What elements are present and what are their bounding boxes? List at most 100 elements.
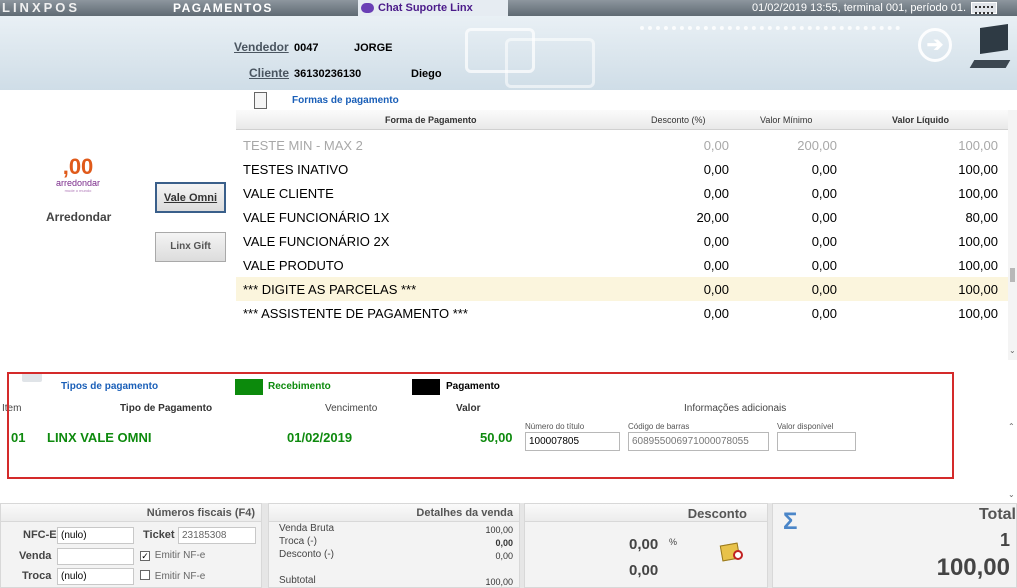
forma-desconto: 0,00 [703, 186, 729, 201]
detalhes-venda-title: Detalhes da venda [416, 507, 513, 519]
formas-grid: TESTE MIN - MAX 2 0,00 200,00 100,00 TESTES … [236, 131, 1008, 361]
forma-row[interactable]: *** ASSISTENTE DE PAGAMENTO *** 0,00 0,00 1… [236, 301, 1008, 325]
linx-gift-button[interactable]: Linx Gift [155, 232, 226, 262]
forma-liquido: 100,00 [958, 306, 998, 321]
desconto-header: Desconto [525, 504, 767, 522]
forma-row[interactable]: *** DIGITE AS PARCELAS *** 0,00 0,00 100,00 [236, 277, 1008, 301]
forma-desconto: 0,00 [703, 234, 729, 249]
vendedor-label: Vendedor [234, 40, 289, 54]
desconto-value[interactable]: 0,00 [629, 562, 658, 579]
forma-minimo: 0,00 [811, 186, 837, 201]
forma-minimo: 0,00 [811, 306, 837, 321]
document-icon [254, 92, 267, 109]
forma-desconto: 0,00 [703, 282, 729, 297]
arredondar-logo-mark: ,00 [62, 154, 94, 179]
desconto-percent[interactable]: 0,00 [629, 536, 658, 553]
emitir-nfe-troca-checkbox[interactable]: Emitir NF-e [140, 570, 205, 582]
top-bar: LINXPOS PAGAMENTOS Chat Suporte Linx 01/… [0, 0, 1017, 16]
tipos-scroll-down-icon[interactable]: ⌄ [1008, 490, 1015, 499]
troca-input[interactable]: (nulo) [57, 568, 134, 585]
forma-minimo: 0,00 [811, 162, 837, 177]
desconto-panel: Desconto 0,00 % 0,00 [524, 503, 768, 588]
forma-minimo: 0,00 [811, 210, 837, 225]
forma-name: VALE FUNCIONÁRIO 1X [243, 210, 390, 225]
forma-minimo: 0,00 [811, 282, 837, 297]
forma-minimo: 0,00 [811, 258, 837, 273]
detalhes-venda-header: Detalhes da venda [269, 504, 519, 522]
forma-liquido: 100,00 [958, 234, 998, 249]
cliente-name: Diego [411, 68, 442, 80]
forma-row[interactable]: TESTES INATIVO 0,00 0,00 100,00 [236, 157, 1008, 181]
forma-name: TESTE MIN - MAX 2 [243, 138, 363, 153]
formas-grid-header: Forma de Pagamento Desconto (%) Valor Mí… [236, 110, 1008, 130]
computer-icon [969, 24, 1012, 72]
formas-scrollbar[interactable]: ⌄ [1008, 110, 1017, 360]
forma-minimo: 200,00 [797, 138, 837, 153]
forma-name: *** ASSISTENTE DE PAGAMENTO *** [243, 306, 468, 321]
forma-desconto: 0,00 [703, 306, 729, 321]
chat-support-label: Chat Suporte Linx [378, 2, 473, 14]
forma-row[interactable]: VALE FUNCIONÁRIO 1X 20,00 0,00 80,00 [236, 205, 1008, 229]
keyboard-icon[interactable] [971, 2, 997, 14]
emitir-nfe-venda-label: Emitir NF-e [154, 550, 206, 561]
troca-detail-label: Troca (-) [279, 536, 317, 547]
vendedor-code: 0047 [294, 42, 319, 54]
forma-name: VALE PRODUTO [243, 258, 344, 273]
numeros-fiscais-header[interactable]: Números fiscais (F4) [1, 504, 261, 522]
forma-row[interactable]: VALE FUNCIONÁRIO 2X 0,00 0,00 100,00 [236, 229, 1008, 253]
col-valor-minimo[interactable]: Valor Mínimo [760, 115, 812, 125]
forma-desconto: 0,00 [703, 162, 729, 177]
col-valor-liquido[interactable]: Valor Líquido [892, 115, 949, 125]
forma-row[interactable]: VALE PRODUTO 0,00 0,00 100,00 [236, 253, 1008, 277]
total-amount: 100,00 [936, 554, 1010, 581]
next-arrow-icon[interactable]: ➔ [918, 28, 952, 62]
emitir-nfe-troca-label: Emitir NF-e [154, 571, 206, 582]
forma-liquido: 100,00 [958, 138, 998, 153]
venda-bruta-value: 100,00 [485, 525, 513, 535]
col-desconto[interactable]: Desconto (%) [651, 115, 706, 125]
emitir-nfe-venda-checkbox-mark: ✓ [140, 551, 150, 561]
chat-bubble-icon [361, 3, 374, 13]
forma-liquido: 100,00 [958, 258, 998, 273]
ticket-input[interactable]: 23185308 [178, 527, 256, 544]
troca-detail-value: 0,00 [495, 538, 513, 548]
desconto-detail-value: 0,00 [495, 551, 513, 561]
tipos-scroll-up-icon[interactable]: ⌃ [1008, 422, 1015, 431]
forma-row[interactable]: VALE CLIENTE 0,00 0,00 100,00 [236, 181, 1008, 205]
subtotal-value: 100,00 [485, 577, 513, 587]
forma-minimo: 0,00 [811, 234, 837, 249]
forma-name: VALE FUNCIONÁRIO 2X [243, 234, 390, 249]
arredondar-label[interactable]: Arredondar [46, 210, 111, 224]
discount-coupon-icon[interactable] [719, 538, 747, 564]
scroll-thumb[interactable] [1010, 268, 1015, 282]
sale-header: ➔ [0, 16, 1017, 90]
decorative-frame [505, 38, 595, 88]
chat-support-button[interactable]: Chat Suporte Linx [358, 0, 508, 16]
sigma-icon: Σ [783, 508, 798, 535]
total-items-count: 1 [999, 530, 1010, 550]
col-forma[interactable]: Forma de Pagamento [385, 115, 477, 125]
cliente-code: 36130236130 [294, 68, 362, 80]
emitir-nfe-troca-checkbox-mark [140, 570, 150, 580]
forma-row[interactable]: TESTE MIN - MAX 2 0,00 200,00 100,00 [236, 133, 1008, 157]
app-logo: LINXPOS [2, 0, 81, 15]
nfce-input[interactable]: (nulo) [57, 527, 134, 544]
total-panel: Σ Total 1 100,00 [772, 503, 1017, 588]
desconto-detail-label: Desconto (-) [279, 549, 335, 560]
arredondar-logo[interactable]: ,00 arredondar mude o mundo [48, 156, 108, 194]
forma-desconto: 0,00 [703, 138, 729, 153]
percent-sign: % [669, 537, 678, 547]
venda-input[interactable] [57, 548, 134, 565]
decorative-dots [640, 26, 900, 36]
scroll-down-icon[interactable]: ⌄ [1009, 346, 1016, 355]
venda-label: Venda [19, 550, 52, 562]
ticket-label: Ticket [143, 529, 175, 541]
detalhes-venda-panel: Detalhes da venda Venda Bruta 100,00 Tro… [268, 503, 520, 588]
vendedor-name: JORGE [354, 42, 393, 54]
emitir-nfe-venda-checkbox[interactable]: ✓ Emitir NF-e [140, 550, 205, 561]
forma-liquido: 80,00 [965, 210, 998, 225]
forma-name: TESTES INATIVO [243, 162, 349, 177]
vale-omni-button[interactable]: Vale Omni [155, 182, 226, 213]
forma-desconto: 0,00 [703, 258, 729, 273]
formas-pagamento-title: Formas de pagamento [292, 95, 399, 106]
